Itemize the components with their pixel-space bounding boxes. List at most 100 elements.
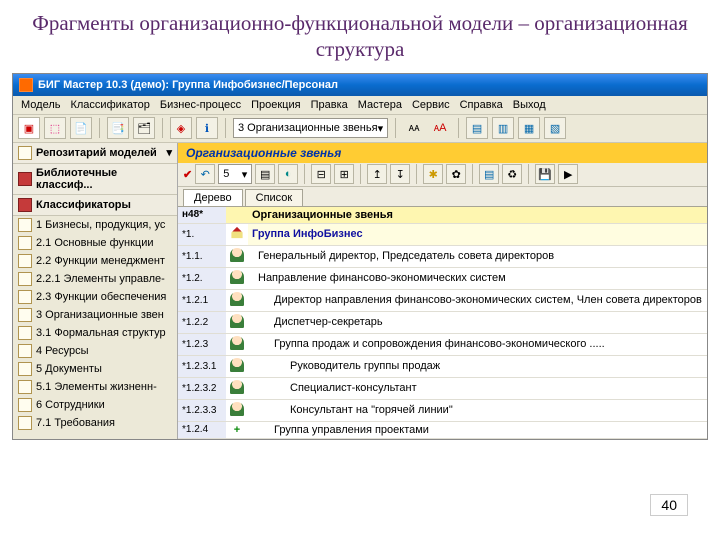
grid-head-row[interactable]: н48* Организационные звенья (178, 207, 707, 224)
doc-icon (18, 218, 32, 232)
sidebar-item[interactable]: 6 Сотрудники (13, 396, 177, 414)
toolbar-btn-1[interactable]: ▣ (18, 117, 40, 139)
toolbar-btn-3[interactable]: 📄 (70, 117, 92, 139)
toolbar-btn-9[interactable]: ▥ (492, 117, 514, 139)
grid-row[interactable]: *1.2.3.1 Руководитель группы продаж (178, 355, 707, 377)
sidebar-category-class[interactable]: Классификаторы (13, 195, 177, 216)
menu-projection[interactable]: Проекция (251, 99, 300, 111)
toolbar-btn-10[interactable]: ▦ (518, 117, 540, 139)
toolbar-btn-2[interactable]: ⬚ (44, 117, 66, 139)
doc-icon (18, 398, 32, 412)
toolbar-btn-11[interactable]: ▧ (544, 117, 566, 139)
sidebar-item-label: 5 Документы (36, 363, 102, 375)
grid-row[interactable]: *1.1. Генеральный директор, Председатель… (178, 245, 707, 267)
grid-row[interactable]: *1.2.2 Диспетчер-секретарь (178, 311, 707, 333)
sidebar-item[interactable]: 2.3 Функции обеспечения (13, 288, 177, 306)
doc-icon (18, 308, 32, 322)
sidebar-category-repo[interactable]: Репозитарий моделей ▾ (13, 143, 177, 164)
menu-model[interactable]: Модель (21, 99, 60, 111)
doc-icon (18, 416, 32, 430)
sidebar-category-lib[interactable]: Библиотечные классиф... (13, 164, 177, 195)
toolbar-btn-6[interactable]: ◈ (170, 117, 192, 139)
panel-btn-1[interactable]: ▤ (255, 164, 275, 184)
row-icon-cell (226, 207, 248, 224)
sidebar-item[interactable]: 2.2 Функции менеджмент (13, 252, 177, 270)
panel-btn-8[interactable]: ✿ (446, 164, 466, 184)
panel-btn-10[interactable]: ♻ (502, 164, 522, 184)
doc-icon (18, 362, 32, 376)
menu-business-process[interactable]: Бизнес-процесс (160, 99, 241, 111)
doc-icon (18, 272, 32, 286)
menu-classifier[interactable]: Классификатор (70, 99, 149, 111)
repo-icon (18, 146, 32, 160)
grid-row[interactable]: *1.2.3.2 Специалист-консультант (178, 377, 707, 399)
row-label: Диспетчер-секретарь (248, 311, 707, 333)
panel-btn-5[interactable]: ↥ (367, 164, 387, 184)
row-icon-cell (226, 245, 248, 267)
row-number: *1.1. (178, 245, 226, 267)
grid-row[interactable]: *1.2.1 Директор направления финансово-эк… (178, 289, 707, 311)
person-icon (230, 314, 244, 328)
panel-btn-3[interactable]: ⊟ (311, 164, 331, 184)
sidebar-item[interactable]: 1 Бизнесы, продукция, ус (13, 216, 177, 234)
sidebar-category-class-label: Классификаторы (36, 199, 131, 211)
level-combo[interactable]: 5 ▾ (218, 164, 252, 184)
sidebar-item[interactable]: 7.1 Требования (13, 414, 177, 432)
save-icon[interactable]: 💾 (535, 164, 555, 184)
sidebar-item-label: 3 Организационные звен (36, 309, 164, 321)
sidebar-item[interactable]: 5.1 Элементы жизненн- (13, 378, 177, 396)
chevron-down-icon: ▾ (166, 146, 172, 159)
menu-edit[interactable]: Правка (311, 99, 348, 111)
panel-btn-6[interactable]: ↧ (390, 164, 410, 184)
panel-btn-9[interactable]: ▤ (479, 164, 499, 184)
grid-row[interactable]: *1.2. Направление финансово-экономически… (178, 267, 707, 289)
toolbar-btn-8[interactable]: ▤ (466, 117, 488, 139)
main-toolbar: ▣ ⬚ 📄 📑 🗂 ◈ ℹ 3 Организационные звенья ▾… (13, 115, 707, 143)
toolbar-btn-4[interactable]: 📑 (107, 117, 129, 139)
sidebar-item[interactable]: 3.1 Формальная структур (13, 324, 177, 342)
sidebar-item[interactable]: 2.2.1 Элементы управле- (13, 270, 177, 288)
panel-btn-2[interactable]: ◐ (278, 164, 298, 184)
row-icon-cell (226, 267, 248, 289)
panel-btn-7[interactable]: ✱ (423, 164, 443, 184)
sidebar-item[interactable]: 5 Документы (13, 360, 177, 378)
classifier-combo[interactable]: 3 Организационные звенья ▾ (233, 118, 388, 138)
toolbar-btn-7[interactable]: ℹ (196, 117, 218, 139)
person-icon (230, 358, 244, 372)
menu-service[interactable]: Сервис (412, 99, 450, 111)
sidebar-item-label: 5.1 Элементы жизненн- (36, 381, 157, 393)
row-icon-cell (226, 377, 248, 399)
panel-btn-11[interactable]: ▶ (558, 164, 578, 184)
row-number: *1. (178, 223, 226, 245)
grid-row[interactable]: *1.2.3 Группа продаж и сопровождения фин… (178, 333, 707, 355)
menu-exit[interactable]: Выход (513, 99, 546, 111)
grid-row[interactable]: *1.2.4 + Группа управления проектами (178, 421, 707, 438)
tab-tree[interactable]: Дерево (183, 189, 243, 206)
title-bar[interactable]: БИГ Мастер 10.3 (демо): Группа Инфобизне… (13, 74, 707, 96)
check-icon[interactable]: ✔ (183, 168, 192, 181)
toolbar-btn-5[interactable]: 🗂 (133, 117, 155, 139)
toolbar-font-2[interactable]: ᴀA (429, 117, 451, 139)
row-icon-cell (226, 311, 248, 333)
row-number: *1.2.3 (178, 333, 226, 355)
menu-masters[interactable]: Мастера (358, 99, 402, 111)
row-label: Группа продаж и сопровождения финансово-… (248, 333, 707, 355)
grid-row[interactable]: *1.2.3.3 Консультант на "горячей линии" (178, 399, 707, 421)
sidebar-item[interactable]: 3 Организационные звен (13, 306, 177, 324)
toolbar-font-1[interactable]: ᴀᴀ (403, 117, 425, 139)
sidebar-item-label: 6 Сотрудники (36, 399, 105, 411)
row-number: *1.2.3.3 (178, 399, 226, 421)
sidebar-item-label: 2.3 Функции обеспечения (36, 291, 166, 303)
sidebar-item[interactable]: 4 Ресурсы (13, 342, 177, 360)
undo-icon[interactable]: ↶ (195, 164, 215, 184)
person-icon (230, 380, 244, 394)
sidebar-item[interactable]: 2.1 Основные функции (13, 234, 177, 252)
sidebar-item-label: 2.1 Основные функции (36, 237, 154, 249)
tab-list[interactable]: Список (245, 189, 304, 206)
panel-btn-4[interactable]: ⊞ (334, 164, 354, 184)
grid-row[interactable]: *1. Группа ИнфоБизнес (178, 223, 707, 245)
menu-help[interactable]: Справка (460, 99, 503, 111)
row-number: *1.2.1 (178, 289, 226, 311)
row-number: н48* (178, 207, 226, 224)
books-icon (18, 198, 32, 212)
